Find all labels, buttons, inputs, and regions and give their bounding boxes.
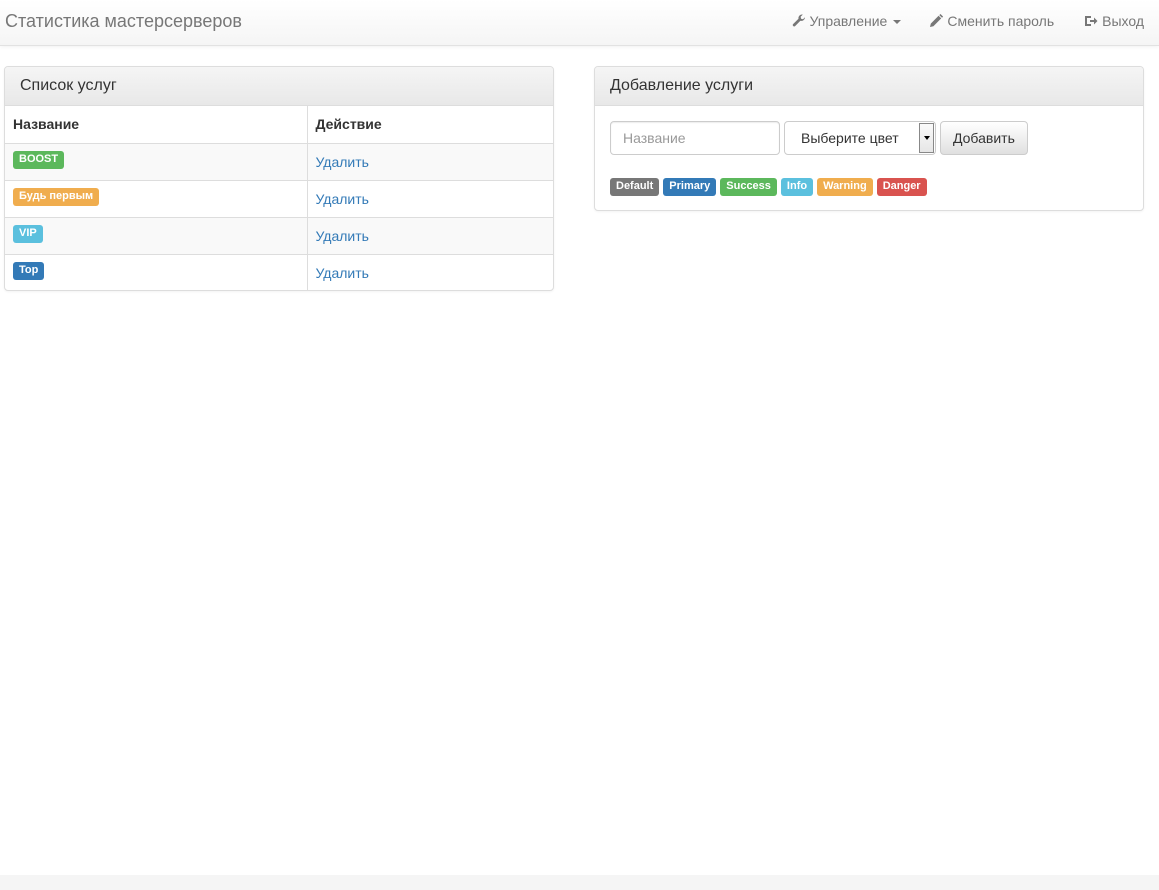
table-row: BOOST Удалить xyxy=(5,142,553,180)
service-label-be-first: Будь первым xyxy=(13,187,100,206)
add-service-panel: Добавление услуги Выберите цвет Добавить… xyxy=(594,66,1144,211)
color-palette: Default Primary Success Info Warning Dan… xyxy=(610,178,927,196)
add-service-form: Выберите цвет Добавить xyxy=(610,121,1028,155)
navbar-right: Управление Сменить пароль Выход xyxy=(792,0,1159,46)
wrench-icon xyxy=(792,14,805,27)
delete-link[interactable]: Удалить xyxy=(316,228,369,244)
table-row: VIP Удалить xyxy=(5,216,553,254)
column-header-name: Название xyxy=(5,106,308,144)
service-name-input[interactable] xyxy=(610,121,780,155)
services-list-panel: Список услуг Название Действие BOOST Уда… xyxy=(4,66,554,291)
delete-link[interactable]: Удалить xyxy=(316,191,369,207)
palette-success[interactable]: Success xyxy=(720,178,777,196)
manage-label: Управление xyxy=(809,13,888,29)
add-service-panel-title: Добавление услуги xyxy=(595,67,1143,106)
palette-warning[interactable]: Warning xyxy=(817,178,873,196)
logout-link[interactable]: Выход xyxy=(1084,0,1159,42)
delete-link[interactable]: Удалить xyxy=(316,154,369,170)
change-password-label: Сменить пароль xyxy=(947,13,1055,29)
pencil-icon xyxy=(930,14,944,27)
logout-label: Выход xyxy=(1102,13,1144,29)
brand-link[interactable]: Статистика мастерсерверов xyxy=(5,11,242,32)
services-table: Название Действие BOOST Удалить Будь пер… xyxy=(5,106,553,291)
table-row: Top Удалить xyxy=(5,253,553,291)
delete-link[interactable]: Удалить xyxy=(316,265,369,281)
top-navbar: Статистика мастерсерверов Управление Сме… xyxy=(0,0,1159,46)
service-label-vip: VIP xyxy=(13,224,43,243)
color-select-value: Выберите цвет xyxy=(801,130,899,146)
change-password-link[interactable]: Сменить пароль xyxy=(929,0,1084,42)
palette-primary[interactable]: Primary xyxy=(663,178,717,196)
logout-icon xyxy=(1085,16,1098,26)
palette-default[interactable]: Default xyxy=(610,178,660,196)
add-button[interactable]: Добавить xyxy=(940,121,1028,155)
footer-strip xyxy=(0,875,1159,890)
palette-info[interactable]: Info xyxy=(780,178,814,196)
column-header-action: Действие xyxy=(307,106,553,144)
color-select[interactable]: Выберите цвет xyxy=(784,121,936,155)
table-row: Будь первым Удалить xyxy=(5,179,553,217)
service-label-top: Top xyxy=(13,261,45,280)
services-panel-title: Список услуг xyxy=(5,67,553,106)
select-arrow-icon xyxy=(919,123,934,153)
service-label-boost: BOOST xyxy=(13,150,65,169)
caret-down-icon xyxy=(893,20,902,24)
palette-danger[interactable]: Danger xyxy=(876,178,927,196)
manage-dropdown[interactable]: Управление xyxy=(792,0,930,42)
